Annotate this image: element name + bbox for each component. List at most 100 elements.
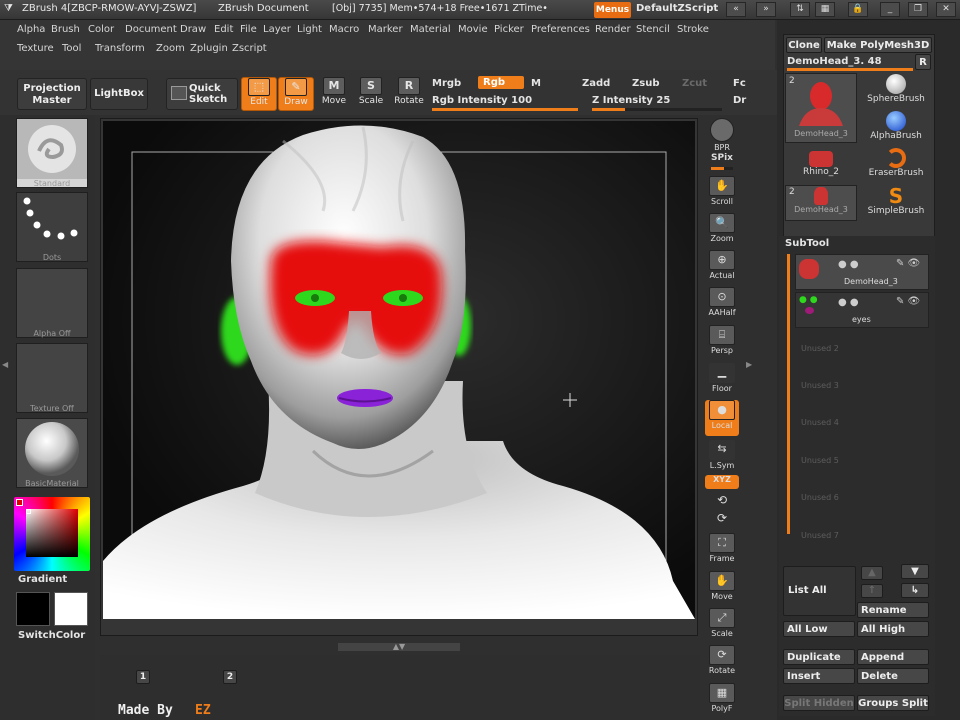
main-color-swatch[interactable] [54, 592, 88, 626]
rename-button[interactable]: Rename [857, 602, 929, 618]
zsub-button[interactable]: Zsub [632, 78, 659, 89]
menus-button[interactable]: Menus [594, 2, 631, 18]
move-view-button[interactable]: ✋ Move [705, 571, 739, 607]
rgb-intensity-slider[interactable]: Rgb Intensity 100 [432, 95, 532, 106]
marker-1-button[interactable]: 1 [136, 670, 150, 684]
move-down-icon[interactable]: ▼ [901, 564, 929, 579]
append-button[interactable]: Append [857, 649, 929, 665]
minimize-icon[interactable]: _ [880, 2, 900, 17]
all-low-button[interactable]: All Low [783, 621, 855, 637]
layout-icon[interactable]: ▦ [815, 2, 835, 17]
edit-button[interactable]: ⬚ Edit [241, 77, 277, 111]
menu-material[interactable]: Material [410, 24, 451, 35]
bpr-button[interactable]: BPR [705, 118, 739, 154]
persp-button[interactable]: ⌸ Persp [705, 325, 739, 361]
xyz-button[interactable]: XYZ [705, 475, 739, 489]
menu-stroke[interactable]: Stroke [677, 24, 709, 35]
insert-button[interactable]: Insert [783, 668, 855, 684]
menu-tool[interactable]: Tool [62, 43, 81, 54]
rotate-view-button[interactable]: ⟳ Rotate [705, 645, 739, 681]
make-polymesh-button[interactable]: Make PolyMesh3D [824, 37, 932, 53]
tool-demohead-small[interactable]: 2 DemoHead_3 [785, 185, 857, 221]
lightbox-button[interactable]: LightBox [90, 78, 148, 110]
menu-zoom[interactable]: Zoom [156, 43, 185, 54]
menu-file[interactable]: File [240, 24, 257, 35]
tool-simplebrush[interactable]: S SimpleBrush [860, 185, 932, 221]
zadd-button[interactable]: Zadd [582, 78, 610, 89]
menu-document[interactable]: Document [125, 24, 177, 35]
document-canvas[interactable] [100, 118, 698, 636]
local-button[interactable]: ● Local [705, 400, 739, 436]
menu-preferences[interactable]: Preferences [531, 24, 590, 35]
rotate-z-icon[interactable]: ⟳ [705, 511, 739, 527]
tray-icon[interactable]: ⇅ [790, 2, 810, 17]
subtool-title[interactable]: SubTool [785, 238, 829, 249]
tool-demohead-large[interactable]: 2 DemoHead_3 [785, 73, 857, 143]
r-button[interactable]: R [915, 54, 931, 70]
switch-color-button[interactable]: SwitchColor [18, 630, 85, 641]
duplicate-button[interactable]: Duplicate [783, 649, 855, 665]
projection-master-button[interactable]: Projection Master [17, 78, 87, 110]
actual-button[interactable]: ⊕ Actual [705, 250, 739, 286]
restore-icon[interactable]: ❐ [908, 2, 928, 17]
menu-transform[interactable]: Transform [95, 43, 145, 54]
demo-head-model[interactable] [103, 121, 695, 619]
brush-thumbnail[interactable]: Standard [16, 118, 88, 188]
right-tray-toggle-icon[interactable]: ▶ [746, 360, 754, 376]
rgb-button[interactable]: Rgb [478, 76, 524, 89]
draw-size-label[interactable]: Dr [733, 95, 746, 106]
menu-draw[interactable]: Draw [180, 24, 206, 35]
menu-zplugin[interactable]: Zplugin [190, 43, 228, 54]
spix-slider[interactable]: SPix [705, 153, 739, 173]
menu-texture[interactable]: Texture [17, 43, 54, 54]
scale-button[interactable]: S Scale [353, 77, 389, 111]
tool-spherebrush[interactable]: SphereBrush [860, 73, 932, 109]
scale-view-button[interactable]: ⤢ Scale [705, 608, 739, 644]
menu-picker[interactable]: Picker [494, 24, 524, 35]
menu-edit[interactable]: Edit [214, 24, 233, 35]
gradient-label[interactable]: Gradient [18, 574, 67, 585]
floor-button[interactable]: ▁ Floor [705, 363, 739, 399]
toggle-right-icon[interactable]: » [756, 2, 776, 17]
menu-light[interactable]: Light [297, 24, 322, 35]
groups-split-button[interactable]: Groups Split [857, 695, 929, 711]
tool-eraserbrush[interactable]: EraserBrush [860, 147, 932, 183]
frame-button[interactable]: ⛶ Frame [705, 533, 739, 569]
mrgb-button[interactable]: Mrgb [432, 78, 461, 89]
left-tray-toggle-icon[interactable]: ◀ [2, 360, 8, 376]
tool-rhino[interactable]: Rhino_2 [785, 147, 857, 183]
subtool-eyes[interactable]: ● ● ● ● ✎ 👁 eyes [795, 292, 929, 328]
default-zscript-button[interactable]: DefaultZScript [636, 3, 718, 14]
visibility-toggles-icon-2[interactable]: ● ● [838, 297, 859, 308]
focal-shift-label[interactable]: Fc [733, 78, 746, 89]
menu-zscript[interactable]: Zscript [232, 43, 267, 54]
menu-alpha[interactable]: Alpha [17, 24, 45, 35]
menu-movie[interactable]: Movie [458, 24, 488, 35]
close-icon[interactable]: ✕ [936, 2, 956, 17]
saturation-square[interactable] [26, 509, 78, 557]
color-picker[interactable] [14, 497, 90, 571]
rotate-y-icon[interactable]: ⟲ [705, 493, 739, 509]
secondary-color-swatch[interactable] [16, 592, 50, 626]
texture-thumbnail[interactable]: Texture Off [16, 343, 88, 413]
clone-button[interactable]: Clone [786, 37, 822, 53]
subtool-scrollbar[interactable] [787, 254, 790, 534]
stroke-thumbnail[interactable]: Dots [16, 192, 88, 262]
alpha-thumbnail[interactable]: Alpha Off [16, 268, 88, 338]
canvas-scroll-handle[interactable]: ▲▼ [338, 643, 460, 651]
zoom-button[interactable]: 🔍 Zoom [705, 213, 739, 249]
arrow-up-icon[interactable]: ↑ [861, 584, 883, 598]
all-high-button[interactable]: All High [857, 621, 929, 637]
menu-color[interactable]: Color [88, 24, 114, 35]
visibility-toggles-icon[interactable]: ● ● [838, 259, 859, 270]
list-all-button[interactable]: List All [783, 566, 856, 616]
eye-visibility-icon-2[interactable]: ✎ 👁 [896, 296, 920, 307]
split-hidden-button[interactable]: Split Hidden [783, 695, 855, 711]
aahalf-button[interactable]: ⊙ AAHalf [705, 287, 739, 323]
move-up-icon[interactable]: ▲ [861, 566, 883, 580]
zcut-button[interactable]: Zcut [682, 78, 707, 89]
menu-render[interactable]: Render [595, 24, 631, 35]
subtool-demohead[interactable]: ● ● ✎ 👁 DemoHead_3 [795, 254, 929, 290]
menu-stencil[interactable]: Stencil [636, 24, 670, 35]
z-intensity-track[interactable] [592, 108, 722, 111]
